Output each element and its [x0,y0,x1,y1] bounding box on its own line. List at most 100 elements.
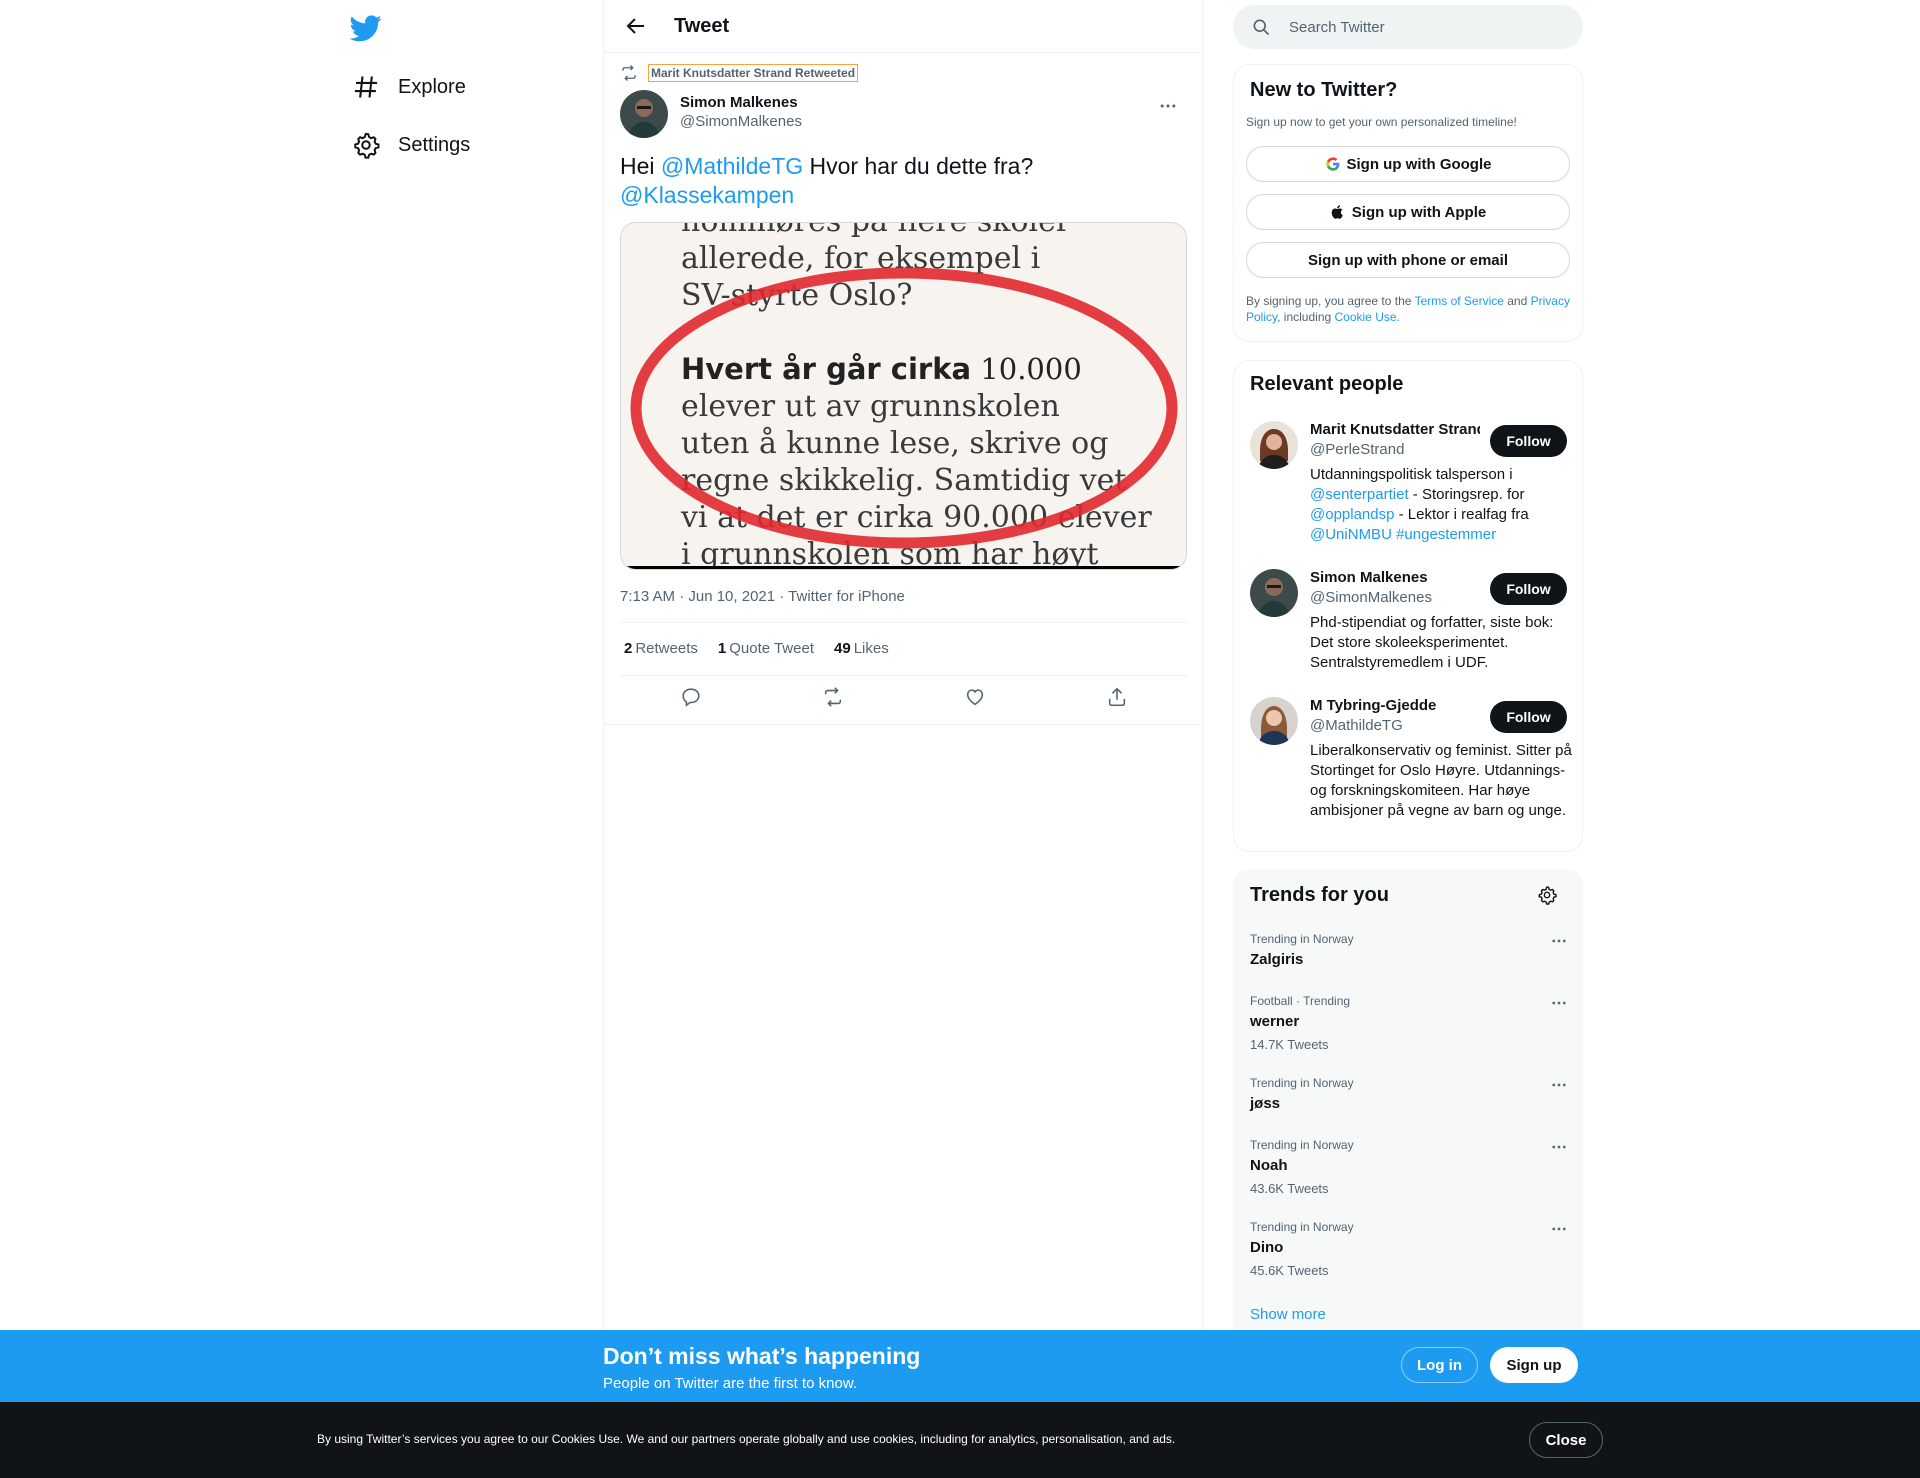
trend-context: Football · Trending [1250,994,1351,1008]
login-button[interactable]: Log in [1401,1347,1478,1383]
author-name[interactable]: Simon Malkenes [680,94,802,111]
main-column: Tweet Marit Knutsdatter Strand Retweeted… [603,0,1204,1330]
follow-button[interactable]: Follow [1490,701,1567,733]
signup-phone-email-button[interactable]: Sign up with phone or email [1246,242,1570,278]
hashtag-link[interactable]: #ungestemmer [1396,526,1496,543]
mention-klassekampen-link[interactable]: @Klassekampen [620,182,794,208]
clipping-line-bold: Hvert år går cirka 10.000 [681,352,1082,386]
mention-link[interactable]: @opplandsp [1310,506,1394,523]
terms-of-service-link[interactable]: Terms of Service [1415,294,1504,308]
person-name[interactable]: Marit Knutsdatter Strand [1310,421,1480,438]
tweet-image[interactable]: nominøres på flere skoler allerede, for … [620,222,1187,570]
signup-google-button[interactable]: Sign up with Google [1246,146,1570,182]
bio-text: - Lektor i realfag fra [1394,506,1529,523]
relevant-people-title: Relevant people [1250,373,1404,395]
likes-stat[interactable]: 49 Likes [834,640,889,657]
nav-settings[interactable]: Settings [352,125,470,165]
person-handle[interactable]: @PerleStrand [1310,441,1404,458]
show-more-link[interactable]: Show more [1250,1306,1326,1323]
banner-subtitle: People on Twitter are the first to know. [603,1375,858,1392]
clipping-line: regne skikkelig. Samtidig vet [681,463,1127,498]
mention-mathildetg-link[interactable]: @MathildeTG [661,153,803,179]
trend-tweet-count: 45.6K Tweets [1250,1263,1329,1278]
legal-text: By signing up, you agree to the [1246,294,1415,308]
quote-tweets-stat[interactable]: 1 Quote Tweet [718,640,814,657]
apple-logo-icon [1331,205,1343,219]
more-options-icon[interactable] [1158,96,1178,116]
legal-text: and [1503,294,1531,308]
avatar[interactable] [1250,697,1298,745]
cookie-consent-text: By using Twitter’s services you agree to… [317,1432,1176,1446]
retweeted-by-link[interactable]: Marit Knutsdatter Strand Retweeted [648,64,859,82]
avatar[interactable] [1250,569,1298,617]
more-options-icon[interactable] [1550,1220,1568,1238]
trend-context: Trending in Norway [1250,1220,1354,1234]
trend-context: Trending in Norway [1250,1076,1354,1090]
bio-text: Utdanningspolitisk talsperson i [1310,466,1513,483]
person-bio: Phd-stipendiat og forfatter, siste bok: … [1310,614,1554,671]
back-arrow-icon[interactable] [624,14,648,38]
trend-name: werner [1250,1013,1300,1030]
person-bio: Utdanningspolitisk talsperson i @senterp… [1310,465,1572,545]
twitter-logo-icon[interactable] [350,12,382,44]
nav-explore-label: Explore [398,75,466,98]
signup-button[interactable]: Sign up [1490,1347,1578,1383]
follow-button[interactable]: Follow [1490,425,1567,457]
retweet-context: Marit Knutsdatter Strand Retweeted [620,64,859,82]
more-options-icon[interactable] [1550,932,1568,950]
trend-item[interactable]: Trending in Norway jøss [1250,1076,1568,1112]
page-title: Tweet [674,14,730,37]
mention-link[interactable]: @UniNMBU [1310,526,1392,543]
search-input[interactable] [1289,18,1549,36]
new-to-twitter-card: New to Twitter? Sign up now to get your … [1233,64,1583,342]
divider [604,724,1204,725]
hashtag-icon [354,76,378,98]
search-icon [1253,19,1270,36]
person-handle[interactable]: @SimonMalkenes [1310,589,1432,606]
more-options-icon[interactable] [1550,1138,1568,1156]
cookie-use-link[interactable]: Cookie Use. [1335,310,1400,324]
trend-item[interactable]: Trending in Norway Dino 45.6K Tweets [1250,1220,1568,1278]
person-name[interactable]: Simon Malkenes [1310,569,1480,586]
retweets-stat[interactable]: 2 Retweets [624,640,698,657]
person-bio: Liberalkonservativ og feminist. Sitter p… [1310,742,1572,819]
gear-icon [354,132,380,159]
more-options-icon[interactable] [1550,1076,1568,1094]
signup-legal-text: By signing up, you agree to the Terms of… [1246,293,1572,325]
share-icon[interactable] [1106,686,1128,708]
trend-item[interactable]: Football · Trending werner 14.7K Tweets [1250,994,1568,1052]
signup-apple-button[interactable]: Sign up with Apple [1246,194,1570,230]
cookie-close-button[interactable]: Close [1529,1422,1603,1458]
tweet-text-part: Hvor har du dette fra? [803,153,1034,179]
google-logo-icon [1325,157,1339,171]
mention-link[interactable]: @senterpartiet [1310,486,1409,503]
trend-tweet-count: 43.6K Tweets [1250,1181,1329,1196]
retweet-icon [622,65,636,81]
author-handle[interactable]: @SimonMalkenes [680,113,802,130]
main-header: Tweet [604,0,1202,53]
trends-settings-gear-icon[interactable] [1537,885,1557,905]
clipping-bold: Hvert år går cirka [681,352,971,386]
more-options-icon[interactable] [1550,994,1568,1012]
like-heart-icon[interactable] [964,686,986,708]
search-bar[interactable] [1233,5,1583,49]
retweet-action-icon[interactable] [822,686,844,708]
new-to-twitter-title: New to Twitter? [1250,79,1398,101]
trend-item[interactable]: Trending in Norway Zalgiris [1250,932,1568,968]
banner-title: Don’t miss what’s happening [603,1343,921,1369]
divider [620,675,1188,676]
trend-name: Dino [1250,1239,1284,1256]
person-name[interactable]: M Tybring-Gjedde [1310,697,1480,714]
person-handle[interactable]: @MathildeTG [1310,717,1403,734]
avatar[interactable] [620,90,668,138]
clipping-number: 10.000 [971,352,1082,386]
tweet-timestamp[interactable]: 7:13 AM · Jun 10, 2021 · Twitter for iPh… [620,588,905,605]
tweet-stats: 2 Retweets 1 Quote Tweet 49 Likes [624,640,909,657]
bio-text: - Storingsrep. for [1408,486,1525,503]
follow-button[interactable]: Follow [1490,573,1567,605]
trend-item[interactable]: Trending in Norway Noah 43.6K Tweets [1250,1138,1568,1196]
reply-icon[interactable] [680,686,702,708]
avatar[interactable] [1250,421,1298,469]
relevant-people-card: Relevant people Marit Knutsdatter Strand… [1233,360,1583,852]
nav-explore[interactable]: Explore [352,67,466,107]
